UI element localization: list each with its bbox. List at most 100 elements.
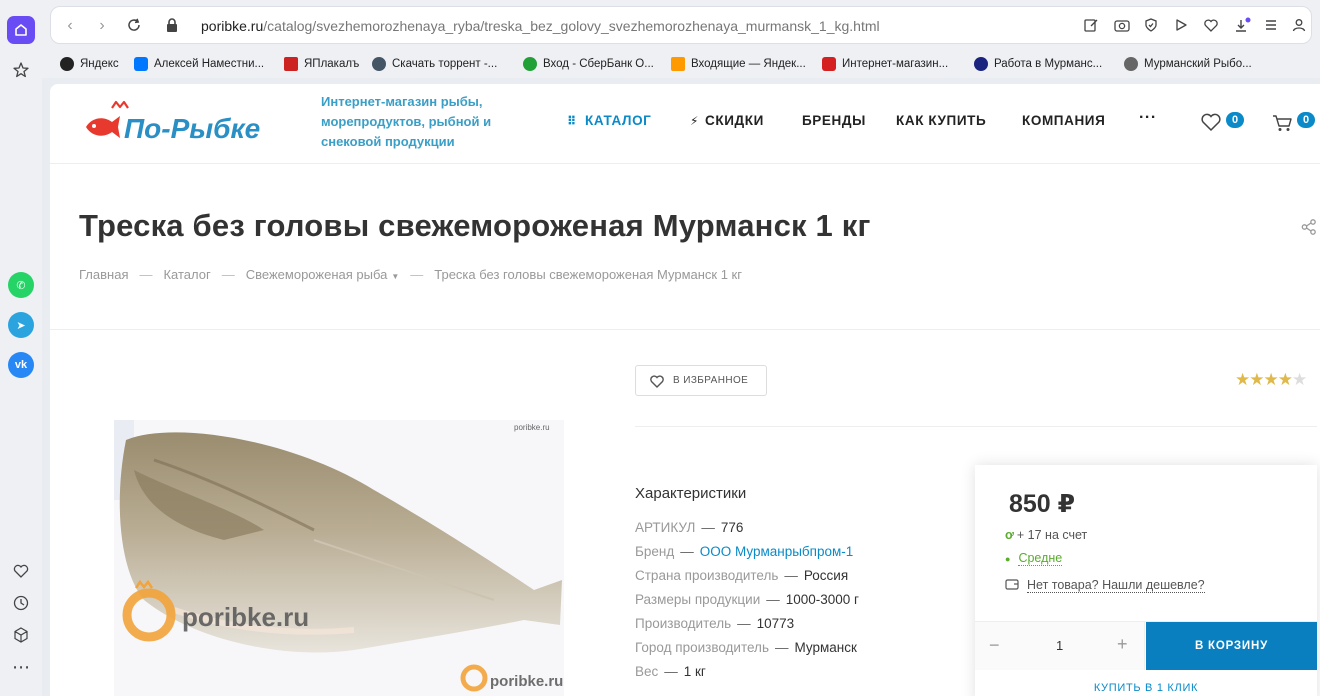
- browser-sidebar: ✆ ➤ vk ⋯: [0, 0, 42, 696]
- caret-down-icon[interactable]: ▼: [391, 272, 399, 281]
- binoculars-icon: [372, 57, 386, 71]
- more-icon[interactable]: ⋯: [7, 653, 35, 681]
- back-icon[interactable]: ‹: [61, 17, 79, 35]
- bookmark-shop[interactable]: Интернет-магазин...: [822, 55, 948, 73]
- bookmark-label: Алексей Наместни...: [154, 58, 265, 70]
- bookmark-mail[interactable]: Входящие — Яндек...: [671, 55, 806, 73]
- bookmark-label: Мурманский Рыбо...: [1144, 58, 1252, 70]
- heart-icon[interactable]: [1203, 17, 1221, 35]
- bookmark-sber[interactable]: Вход - СберБанк О...: [523, 55, 654, 73]
- spec-dash: —: [737, 616, 751, 631]
- qty-input[interactable]: 1: [1056, 638, 1063, 653]
- favorites-heart-icon[interactable]: [1200, 112, 1222, 137]
- bookmark-vk[interactable]: Алексей Наместни...: [134, 55, 264, 73]
- product-photo[interactable]: poribke.ru poribke.ru poribke.ru: [114, 420, 564, 696]
- fish-site-icon: [1124, 57, 1138, 71]
- menu-more[interactable]: ···: [1139, 109, 1157, 127]
- bookmark-fish[interactable]: Мурманский Рыбо...: [1124, 55, 1252, 73]
- heart-icon: [650, 374, 664, 388]
- found-cheaper[interactable]: Нет товара? Нашли дешевле?: [1005, 578, 1205, 593]
- qty-minus-button[interactable]: −: [989, 635, 1000, 656]
- browser-toolbar: ‹ › poribke.ru/catalog/svezhemorozhenaya…: [42, 0, 1320, 50]
- spec-row: Страна производитель — Россия: [635, 568, 848, 583]
- brand-link[interactable]: ООО Мурманрыбпром-1: [700, 544, 854, 559]
- photo-watermark-text: poribke.ru: [514, 423, 550, 432]
- whatsapp-icon[interactable]: ✆: [7, 271, 35, 299]
- menu-how-to-buy[interactable]: КАК КУПИТЬ: [896, 113, 986, 128]
- breadcrumb: Главная — Каталог — Свежемороженая рыба ▼ — Тре…: [79, 267, 742, 282]
- breadcrumb-home[interactable]: Главная: [79, 267, 128, 282]
- camera-icon[interactable]: [1113, 17, 1131, 35]
- spec-key: АРТИКУЛ: [635, 520, 696, 535]
- spec-key: Размеры продукции: [635, 592, 761, 607]
- mail-icon: [671, 57, 685, 71]
- spec-key: Бренд: [635, 544, 675, 559]
- spec-dash: —: [774, 640, 789, 655]
- menu-company[interactable]: КОМПАНИЯ: [1022, 113, 1105, 128]
- photo-watermark-text: poribke.ru: [182, 602, 309, 632]
- site-header: По-Рыбке Интернет-магазин рыбы, морепрод…: [50, 84, 1320, 164]
- spec-value: 10773: [756, 616, 795, 631]
- stock-text[interactable]: Средне: [1018, 551, 1063, 566]
- profile-icon[interactable]: [1291, 17, 1309, 35]
- buy-one-click-link[interactable]: КУПИТЬ В 1 КЛИК: [975, 682, 1317, 694]
- address-bar[interactable]: ‹ › poribke.ru/catalog/svezhemorozhenaya…: [50, 6, 1312, 44]
- rating-stars[interactable]: ★★★★★: [1235, 370, 1307, 390]
- edit-icon[interactable]: [1083, 17, 1101, 35]
- shield-icon[interactable]: [1143, 17, 1161, 35]
- reload-icon[interactable]: [125, 17, 143, 35]
- bonus-icon: ơ: [1005, 528, 1014, 542]
- home-icon[interactable]: [7, 16, 35, 44]
- logo-text: По-Рыбке: [124, 113, 260, 144]
- bookmark-torrent[interactable]: Скачать торрент -...: [372, 55, 497, 73]
- cube-icon[interactable]: [7, 621, 35, 649]
- spec-row: Размеры продукции — 1000-3000 г: [635, 592, 859, 607]
- price: 850 ₽: [1009, 490, 1076, 518]
- star-icon[interactable]: [7, 56, 35, 84]
- heart-icon[interactable]: [7, 557, 35, 585]
- download-icon[interactable]: [1233, 17, 1251, 35]
- menu-brands[interactable]: БРЕНДЫ: [802, 113, 866, 128]
- url-text[interactable]: poribke.ru/catalog/svezhemorozhenaya_ryb…: [201, 18, 880, 34]
- cart-icon[interactable]: [1272, 113, 1294, 138]
- telegram-icon[interactable]: ➤: [7, 311, 35, 339]
- lock-icon[interactable]: [163, 17, 181, 35]
- spec-value: 1000-3000 г: [785, 592, 859, 607]
- site-logo[interactable]: По-Рыбке: [82, 100, 272, 150]
- favorites-label: В ИЗБРАННОЕ: [673, 375, 749, 386]
- url-host: poribke.ru: [201, 18, 264, 34]
- star-empty-icon: ★: [1292, 370, 1307, 389]
- star-filled-icon: ★: [1277, 370, 1293, 389]
- spec-dash: —: [680, 544, 694, 559]
- star-filled-icon: ★: [1263, 370, 1279, 389]
- add-to-favorites-button[interactable]: В ИЗБРАННОЕ: [635, 365, 767, 396]
- shop-icon: [822, 57, 836, 71]
- breadcrumb-catalog[interactable]: Каталог: [163, 267, 210, 282]
- history-icon[interactable]: [7, 589, 35, 617]
- spec-dash: —: [784, 568, 798, 583]
- bookmark-yaplakal[interactable]: ЯПлакалъ: [284, 55, 359, 73]
- share-icon[interactable]: [1300, 218, 1318, 241]
- add-to-cart-button[interactable]: В КОРЗИНУ: [1146, 622, 1317, 670]
- stock-status: ● Средне: [1005, 551, 1063, 566]
- yandex-icon: [60, 57, 74, 71]
- vk-icon[interactable]: vk: [7, 351, 35, 379]
- play-icon[interactable]: [1173, 17, 1191, 35]
- hh-icon: [974, 57, 988, 71]
- bookmark-hh[interactable]: Работа в Мурманс...: [974, 55, 1102, 73]
- qty-plus-button[interactable]: +: [1117, 634, 1128, 655]
- breadcrumb-category[interactable]: Свежемороженая рыба: [246, 267, 388, 282]
- found-cheaper-link[interactable]: Нет товара? Нашли дешевле?: [1027, 578, 1205, 593]
- web-page: По-Рыбке Интернет-магазин рыбы, морепрод…: [50, 84, 1320, 696]
- menu-lines-icon[interactable]: [1263, 17, 1281, 35]
- menu-catalog[interactable]: ⠿ КАТАЛОГ: [567, 113, 651, 128]
- menu-discounts[interactable]: ⚡ СКИДКИ: [690, 113, 764, 128]
- spec-value: Мурманск: [794, 640, 857, 655]
- bookmark-yandex[interactable]: Яндекс: [60, 55, 119, 73]
- bookmark-label: ЯПлакалъ: [304, 58, 360, 70]
- forward-icon[interactable]: ›: [93, 17, 111, 35]
- sber-icon: [523, 57, 537, 71]
- vk-icon: [134, 57, 148, 71]
- favorites-count: 0: [1226, 112, 1244, 128]
- menu-label: СКИДКИ: [705, 113, 764, 128]
